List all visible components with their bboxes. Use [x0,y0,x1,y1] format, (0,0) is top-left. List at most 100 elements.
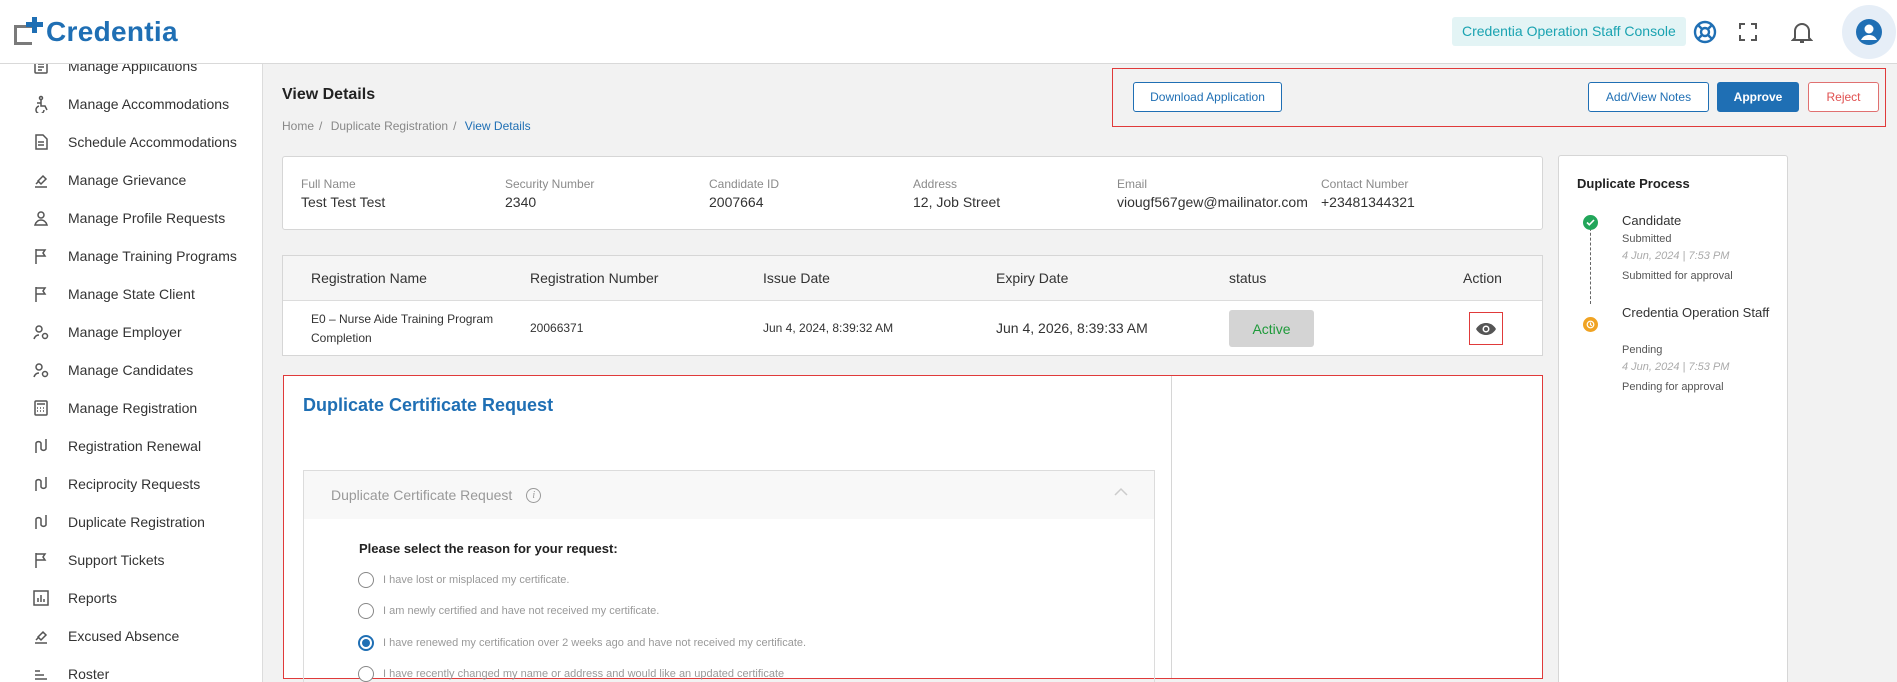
step-name: Credentia Operation Staff [1622,305,1770,320]
accordion-header[interactable]: Duplicate Certificate Request i [304,471,1154,519]
sidebar-item-manage-candidates[interactable]: Manage Candidates [32,358,193,382]
reason-option[interactable]: I have recently changed my name or addre… [358,666,784,682]
sidebar-item-duplicate-registration[interactable]: Duplicate Registration [32,510,205,534]
duplicate-process-card: Duplicate Process Candidate Submitted 4 … [1558,155,1788,682]
radio-button[interactable] [358,572,374,588]
sidebar-item-manage-profile-requests[interactable]: Manage Profile Requests [32,206,225,230]
document-icon [34,64,48,74]
sidebar-item-manage-training-programs[interactable]: Manage Training Programs [32,244,237,268]
sidebar: Manage Applications Manage Accommodation… [0,64,263,682]
reason-option[interactable]: I am newly certified and have not receiv… [358,603,659,619]
breadcrumb-duplicate-registration[interactable]: Duplicate Registration [331,119,448,133]
add-view-notes-button[interactable]: Add/View Notes [1588,82,1709,112]
sidebar-item-manage-applications[interactable]: Manage Applications [32,64,197,78]
sidebar-item-label: Schedule Accommodations [68,134,237,150]
radio-button[interactable] [358,666,374,682]
sidebar-item-schedule-accommodations[interactable]: Schedule Accommodations [32,130,237,154]
document-icon [35,134,48,150]
sidebar-item-excused-absence[interactable]: Excused Absence [32,624,179,648]
pending-icon [1583,317,1598,332]
reason-option[interactable]: I have lost or misplaced my certificate. [358,572,569,588]
column-header: Registration Number [530,270,659,286]
sidebar-item-manage-state-client[interactable]: Manage State Client [32,282,195,306]
duplicate-request-section: Duplicate Certificate Request Duplicate … [283,375,1543,682]
step-status: Pending [1622,344,1663,356]
breadcrumb-current: View Details [464,119,531,133]
sidebar-item-registration-renewal[interactable]: Registration Renewal [32,434,201,458]
sidebar-item-manage-registration[interactable]: Manage Registration [32,396,197,420]
console-badge: Credentia Operation Staff Console [1452,17,1686,46]
sidebar-item-label: Manage Applications [68,64,198,74]
sidebar-item-label: Manage Grievance [68,172,187,188]
logo-mark-icon [14,17,44,47]
flag-icon [35,287,47,302]
support-icon[interactable] [1690,17,1720,47]
step-note: Submitted for approval [1622,270,1733,282]
reason-option-selected[interactable]: I have renewed my certification over 2 w… [358,635,806,651]
gavel-icon [35,630,48,644]
column-header: status [1229,270,1267,286]
account-icon[interactable] [1842,5,1896,59]
route-icon [35,477,47,491]
flag-icon [35,553,47,568]
chevron-up-icon[interactable] [1114,487,1128,497]
column-header: Issue Date [763,270,830,286]
column-header: Action [1463,270,1502,286]
page-title: View Details [282,86,376,103]
address-field: Address 12, Job Street [913,177,1001,210]
approve-button[interactable]: Approve [1717,82,1799,112]
breadcrumb: Home / Duplicate Registration / View Detai… [282,119,531,133]
duplicate-request-form: Duplicate Certificate Request Duplicate … [284,376,1172,682]
sidebar-item-label: Manage Employer [68,324,182,340]
issue-date: Jun 4, 2024, 8:39:32 AM [763,321,894,335]
reject-button[interactable]: Reject [1808,82,1879,112]
sidebar-item-manage-grievance[interactable]: Manage Grievance [32,168,186,192]
sidebar-item-label: Support Tickets [68,552,165,568]
expiry-date: Jun 4, 2026, 8:39:33 AM [996,320,1148,336]
process-title: Duplicate Process [1577,176,1690,191]
route-icon [35,515,47,529]
breadcrumb-home[interactable]: Home [282,119,314,133]
sidebar-item-label: Manage State Client [68,286,195,302]
user-gear-icon [33,325,49,340]
sidebar-item-label: Reports [68,590,118,606]
sidebar-item-manage-employer[interactable]: Manage Employer [32,320,182,344]
column-header: Registration Name [311,270,427,286]
top-bar: Credentia Credentia Operation Staff Cons… [0,0,1897,64]
check-icon [1583,215,1598,230]
sidebar-item-label: Manage Registration [68,400,198,416]
sidebar-item-label: Duplicate Registration [68,514,205,530]
sidebar-item-support-tickets[interactable]: Support Tickets [32,548,165,572]
registration-name: E0 – Nurse Aide Training Program Complet… [311,312,494,345]
status-badge: Active [1229,310,1314,347]
eye-icon [1476,322,1496,335]
accordion-title: Duplicate Certificate Request [331,487,513,503]
logo[interactable]: Credentia [14,16,178,48]
sidebar-item-label: Manage Accommodations [68,96,230,112]
radio-button[interactable] [358,603,374,619]
sidebar-item-reports[interactable]: Reports [32,586,117,610]
sidebar-item-label: Manage Training Programs [68,248,237,264]
radio-button-selected[interactable] [358,635,374,651]
registration-number: 20066371 [530,321,584,335]
section-title: Duplicate Certificate Request [303,395,554,415]
candidate-id-field: Candidate ID 2007664 [709,177,780,210]
brand-name: Credentia [46,16,178,47]
sidebar-item-label: Excused Absence [68,628,180,644]
sidebar-item-label: Reciprocity Requests [68,476,201,492]
user-gear-icon [33,363,49,378]
bell-icon[interactable] [1787,17,1817,47]
calculator-icon [34,400,48,416]
candidate-info-card: Full Name Test Test Test Security Number… [282,156,1543,230]
info-icon[interactable]: i [526,487,542,503]
sidebar-item-reciprocity-requests[interactable]: Reciprocity Requests [32,472,200,496]
view-button[interactable] [1469,312,1503,345]
step-name: Candidate [1622,213,1682,228]
sidebar-item-roster[interactable]: Roster [32,662,109,682]
roster-icon [35,670,47,680]
download-application-button[interactable]: Download Application [1133,82,1282,112]
sidebar-item-manage-accommodations[interactable]: Manage Accommodations [32,92,229,116]
step-note: Pending for approval [1622,381,1724,393]
fullscreen-icon[interactable] [1733,17,1763,47]
step-status: Submitted [1622,233,1672,245]
